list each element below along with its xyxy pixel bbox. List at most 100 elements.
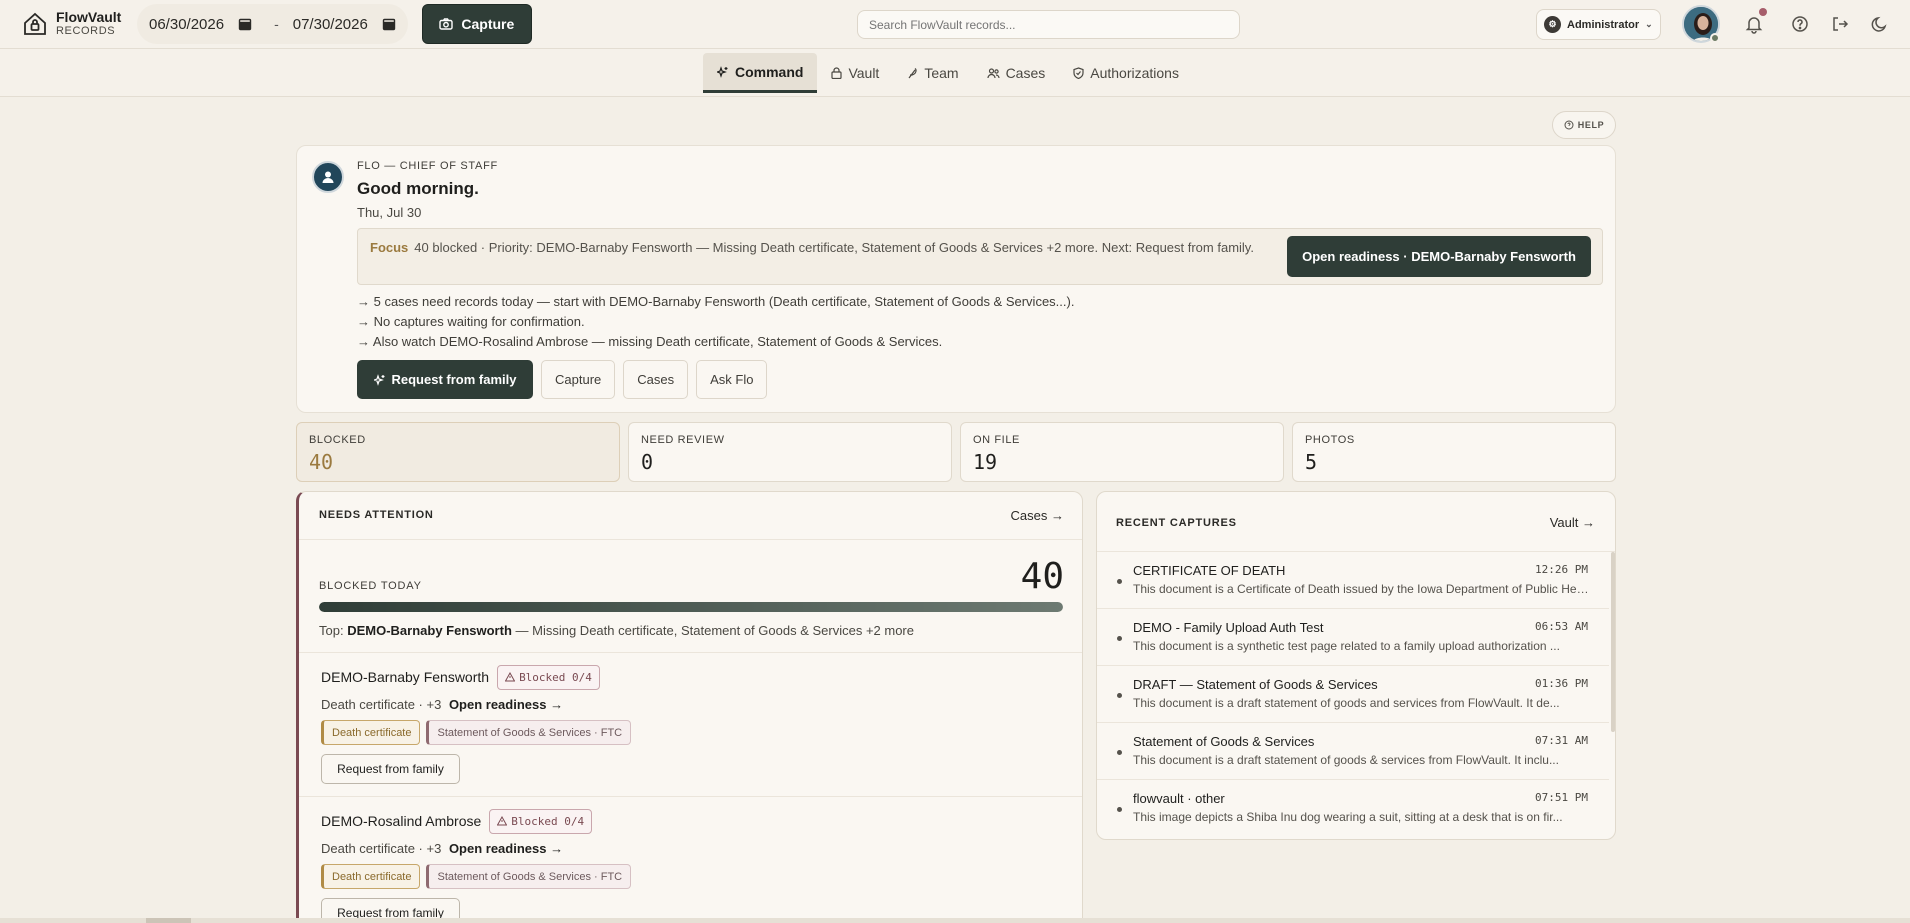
capture-item[interactable]: Statement of Goods & Services 07:31 AM T… bbox=[1097, 723, 1609, 780]
stat-photos[interactable]: PHOTOS 5 bbox=[1292, 422, 1616, 482]
user-icon bbox=[322, 171, 334, 183]
date-from-field[interactable]: 06/30/2026 bbox=[149, 16, 252, 33]
warning-icon bbox=[505, 672, 516, 682]
calendar-icon[interactable] bbox=[238, 17, 252, 31]
request-from-family-button[interactable]: Request from family bbox=[321, 754, 460, 784]
search-input[interactable] bbox=[857, 10, 1240, 39]
stat-label: BLOCKED bbox=[309, 434, 366, 446]
stat-value: 19 bbox=[973, 450, 998, 474]
date-range: 06/30/2026 - 07/30/2026 bbox=[137, 4, 408, 44]
flo-briefing-lines: → 5 cases need records today — start wit… bbox=[357, 292, 1074, 352]
horizontal-scrollbar[interactable] bbox=[0, 918, 1910, 923]
case-item: DEMO-Rosalind Ambrose Blocked 0/4 Death … bbox=[321, 808, 1061, 923]
capture-action-button[interactable]: Capture bbox=[541, 360, 616, 399]
tab-label: Command bbox=[735, 63, 804, 80]
capture-time: 07:31 AM bbox=[1535, 734, 1588, 747]
capture-title: Statement of Goods & Services bbox=[1133, 734, 1315, 749]
tab-list: Command Vault Team Cases Authorizations bbox=[703, 53, 1193, 93]
badge-label: Blocked 0/4 bbox=[511, 814, 585, 828]
open-readiness-link[interactable]: Open readiness → bbox=[449, 697, 563, 712]
help-circle-icon[interactable] bbox=[1790, 14, 1810, 34]
vault-link[interactable]: Vault → bbox=[1550, 515, 1595, 530]
stat-on-file[interactable]: ON FILE 19 bbox=[960, 422, 1284, 482]
bullet-dot bbox=[1117, 693, 1122, 698]
bullet-dot bbox=[1117, 807, 1122, 812]
open-readiness-button[interactable]: Open readiness · DEMO-Barnaby Fensworth bbox=[1287, 236, 1591, 277]
case-name[interactable]: DEMO-Rosalind Ambrose bbox=[321, 813, 481, 829]
top-case-name[interactable]: DEMO-Barnaby Fensworth bbox=[347, 623, 512, 638]
capture-time: 07:51 PM bbox=[1535, 791, 1588, 804]
tab-authorizations[interactable]: Authorizations bbox=[1059, 53, 1193, 93]
request-label: Request from family bbox=[391, 372, 517, 387]
ask-flo-button[interactable]: Ask Flo bbox=[696, 360, 768, 399]
briefing-line: → Also watch DEMO-Rosalind Ambrose — mis… bbox=[357, 334, 943, 349]
chevron-down-icon: ⌄ bbox=[1645, 19, 1653, 29]
cases-action-button[interactable]: Cases bbox=[623, 360, 689, 399]
calendar-icon[interactable] bbox=[382, 17, 396, 31]
case-missing: Death certificate · +3 bbox=[321, 697, 442, 712]
sparkle-icon bbox=[373, 373, 384, 386]
request-from-family-button[interactable]: Request from family bbox=[357, 360, 533, 399]
shield-check-icon bbox=[1073, 67, 1084, 79]
users-icon bbox=[986, 68, 1000, 79]
stat-need-review[interactable]: NEED REVIEW 0 bbox=[628, 422, 952, 482]
capture-item[interactable]: flowvault · other 07:51 PM This image de… bbox=[1097, 780, 1609, 837]
logout-icon[interactable] bbox=[1830, 14, 1850, 34]
capture-desc: This image depicts a Shiba Inu dog weari… bbox=[1133, 810, 1563, 824]
focus-summary: 40 blocked · Priority: DEMO-Barnaby Fens… bbox=[414, 240, 1254, 255]
help-button[interactable]: HELP bbox=[1552, 111, 1616, 139]
focus-text: Focus 40 blocked · Priority: DEMO-Barnaby… bbox=[370, 239, 1270, 256]
needs-attention-panel: NEEDS ATTENTION Cases → BLOCKED TODAY 40… bbox=[296, 491, 1083, 923]
tab-command[interactable]: Command bbox=[703, 53, 818, 93]
flo-avatar bbox=[312, 161, 344, 193]
top-case-summary: Top: DEMO-Barnaby Fensworth — Missing De… bbox=[319, 623, 914, 638]
missing-doc-chip[interactable]: Statement of Goods & Services · FTC bbox=[426, 720, 632, 745]
sparkle-icon bbox=[717, 65, 728, 78]
open-readiness-link[interactable]: Open readiness → bbox=[449, 841, 563, 856]
case-item: DEMO-Barnaby Fensworth Blocked 0/4 Death… bbox=[321, 664, 1061, 784]
flo-briefing-card: FLO — CHIEF OF STAFF Good morning. Thu, … bbox=[296, 145, 1616, 413]
moon-icon[interactable] bbox=[1870, 14, 1890, 34]
help-circle-icon bbox=[1564, 120, 1574, 130]
status-indicator bbox=[1710, 33, 1720, 43]
missing-doc-chip[interactable]: Statement of Goods & Services · FTC bbox=[426, 864, 632, 889]
capture-item[interactable]: DEMO - Family Upload Auth Test 06:53 AM … bbox=[1097, 609, 1609, 666]
stat-label: ON FILE bbox=[973, 434, 1020, 446]
role-selector[interactable]: ⚙ Administrator ⌄ bbox=[1536, 9, 1661, 40]
divider bbox=[299, 652, 1082, 653]
brand[interactable]: FlowVault RECORDS bbox=[22, 10, 132, 38]
bell-icon[interactable] bbox=[1744, 14, 1764, 34]
brand-name: FlowVault bbox=[56, 9, 122, 25]
missing-chips: Death certificate Statement of Goods & S… bbox=[321, 720, 1061, 745]
scrollbar-thumb[interactable] bbox=[146, 918, 191, 923]
briefing-line: → No captures waiting for confirmation. bbox=[357, 314, 585, 329]
briefing-line: → 5 cases need records today — start wit… bbox=[357, 294, 1075, 309]
missing-doc-chip[interactable]: Death certificate bbox=[321, 864, 421, 889]
tab-team[interactable]: Team bbox=[893, 53, 972, 93]
panel-title: RECENT CAPTURES bbox=[1116, 517, 1237, 529]
blocked-today-label: BLOCKED TODAY bbox=[319, 580, 422, 592]
stat-blocked[interactable]: BLOCKED 40 bbox=[296, 422, 620, 482]
date-from-value: 06/30/2026 bbox=[149, 15, 225, 33]
case-sub: Death certificate · +3 Open readiness → bbox=[321, 841, 1061, 856]
flo-eyebrow: FLO — CHIEF OF STAFF bbox=[357, 160, 498, 172]
scrollbar[interactable] bbox=[1611, 552, 1615, 732]
tab-vault[interactable]: Vault bbox=[817, 53, 893, 93]
capture-time: 06:53 AM bbox=[1535, 620, 1588, 633]
capture-time: 12:26 PM bbox=[1535, 563, 1588, 576]
home-lock-icon bbox=[24, 12, 46, 35]
tab-label: Team bbox=[924, 65, 959, 81]
missing-doc-chip[interactable]: Death certificate bbox=[321, 720, 421, 745]
date-to-field[interactable]: 07/30/2026 bbox=[293, 16, 396, 33]
capture-title: flowvault · other bbox=[1133, 791, 1225, 806]
capture-item[interactable]: CERTIFICATE OF DEATH 12:26 PM This docum… bbox=[1097, 552, 1609, 609]
case-name[interactable]: DEMO-Barnaby Fensworth bbox=[321, 669, 489, 685]
capture-button[interactable]: Capture bbox=[421, 4, 532, 44]
lock-icon bbox=[831, 67, 843, 79]
tab-label: Authorizations bbox=[1090, 65, 1179, 81]
tab-cases[interactable]: Cases bbox=[973, 53, 1060, 93]
tab-label: Cases bbox=[1005, 65, 1046, 81]
capture-item[interactable]: DRAFT — Statement of Goods & Services 01… bbox=[1097, 666, 1609, 723]
missing-chips: Death certificate Statement of Goods & S… bbox=[321, 864, 1061, 889]
cases-link[interactable]: Cases → bbox=[1011, 508, 1064, 523]
